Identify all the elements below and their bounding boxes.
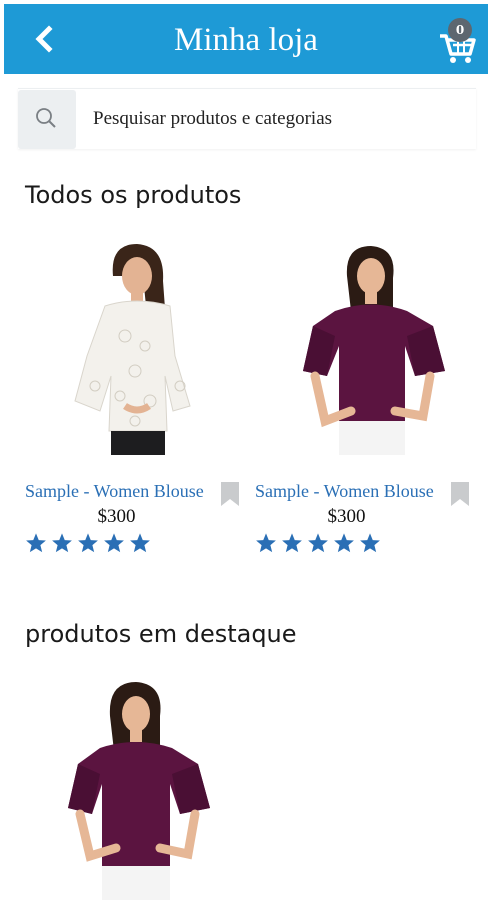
product-image-purple-ruffle-top[interactable] [255,236,475,462]
bookmark-icon[interactable] [221,482,239,506]
page-title: Minha loja [174,22,318,58]
featured-product-image-purple-ruffle-top[interactable] [60,676,250,900]
product-name-link[interactable]: Sample - Women Blouse [25,481,208,502]
product-name-link[interactable]: Sample - Women Blouse [255,481,438,502]
star-icon [334,533,354,553]
star-icon [78,533,98,553]
product-image-white-lace-top[interactable] [25,236,245,462]
star-icon [26,533,46,553]
search-bar[interactable]: Pesquisar produtos e categorias [18,88,476,149]
product-price: $300 [97,506,136,527]
section-title-all-products: Todos os produtos [25,181,242,209]
search-icon [36,108,56,128]
star-icon [104,533,124,553]
star-icon [256,533,276,553]
product-card[interactable]: Sample - Women Blouse $300 [25,236,247,566]
star-icon [282,533,302,553]
star-icon [52,533,72,553]
product-card[interactable]: Sample - Women Blouse $300 [255,236,477,566]
bookmark-icon[interactable] [451,482,469,506]
star-icon [360,533,380,553]
rating-stars [25,532,151,554]
section-title-featured: produtos em destaque [25,620,297,648]
cart-button[interactable]: 0 [438,18,478,64]
search-input[interactable]: Pesquisar produtos e categorias [93,108,332,130]
product-price: $300 [327,506,366,527]
cart-count-badge: 0 [448,18,472,42]
star-icon [308,533,328,553]
search-button[interactable] [18,90,76,149]
rating-stars [255,532,381,554]
app-header: Minha loja 0 [4,4,488,74]
star-icon [130,533,150,553]
